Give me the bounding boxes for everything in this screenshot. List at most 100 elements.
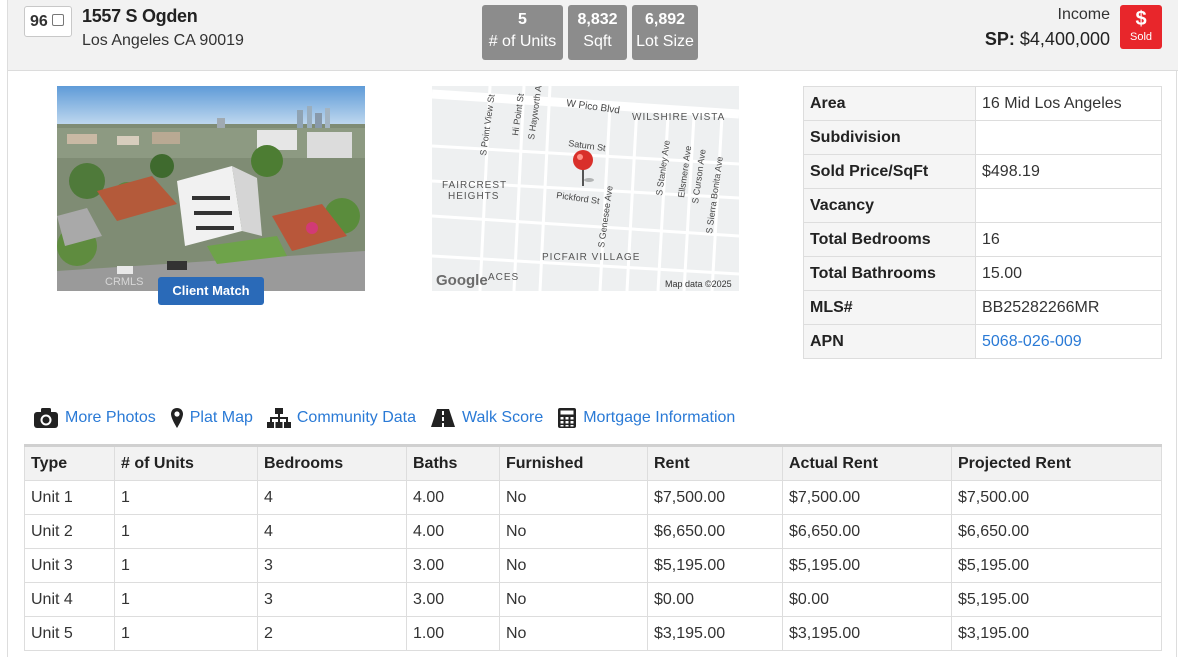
select-checkbox[interactable] [51,14,64,26]
cell: 4.00 [406,514,500,549]
cell: $3,195.00 [647,616,783,651]
sold-price-label: SP: [984,29,1015,49]
cell: $5,195.00 [647,548,783,583]
units-header-row: Type # of Units Bedrooms Baths Furnished… [24,445,1162,481]
property-photo[interactable]: CRMLS [57,86,365,291]
table-row: Unit 1 1 4 4.00 No $7,500.00 $7,500.00 $7,500.0… [24,480,1162,515]
col-header: Furnished [499,445,648,481]
cell: 1 [114,514,258,549]
list-number: 96 [30,12,48,30]
col-header: Projected Rent [951,445,1162,481]
sold-status: Sold [1129,31,1153,43]
table-row: Unit 3 1 3 3.00 No $5,195.00 $5,195.00 $5,195.0… [24,548,1162,583]
info-value: BB25282266MR [975,290,1162,325]
cell: 2 [257,616,407,651]
stat-sqft: 8,832 Sqft [568,5,627,60]
property-type: Income [1057,6,1110,23]
cell: $3,195.00 [782,616,952,651]
cell: 3 [257,548,407,583]
info-value: 16 [975,222,1162,257]
cell: $7,500.00 [782,480,952,515]
plat-map-label: Plat Map [189,409,253,426]
cell: No [499,480,648,515]
stat-label: # of Units [488,33,557,50]
table-row: Unit 5 1 2 1.00 No $3,195.00 $3,195.00 $3,195.0… [24,616,1162,651]
col-header: Actual Rent [782,445,952,481]
sold-price-value: $4,400,000 [1019,29,1110,49]
aerial-photo-image: CRMLS [57,86,365,291]
cell: 1 [114,548,258,583]
photo-watermark: CRMLS [105,276,144,288]
info-key: Vacancy [803,188,976,223]
cell: 3.00 [406,582,500,617]
mortgage-info-label: Mortgage Information [583,409,736,426]
cell: Unit 2 [24,514,115,549]
apn-link[interactable]: 5068-026-009 [982,333,1082,350]
info-key: MLS# [803,290,976,325]
community-data-label: Community Data [296,409,417,426]
info-value: 16 Mid Los Angeles [975,86,1162,121]
info-value: $498.19 [975,154,1162,189]
col-header: Bedrooms [257,445,407,481]
info-value [975,188,1162,223]
table-row: Unit 2 1 4 4.00 No $6,650.00 $6,650.00 $6,650.0… [24,514,1162,549]
mortgage-info-link[interactable]: Mortgage Information [557,407,735,429]
cell: 1 [114,616,258,651]
street-map: W Pico Blvd WILSHIRE VISTA FAIRCREST HEI… [432,86,739,291]
walk-score-label: Walk Score [462,409,544,426]
stat-value: 8,832 [577,11,618,28]
client-match-button[interactable]: Client Match [158,277,264,305]
location-map[interactable]: W Pico Blvd WILSHIRE VISTA FAIRCREST HEI… [432,86,739,291]
sitemap-icon [266,408,291,428]
list-number-box: 96 [24,6,72,37]
address-street[interactable]: 1557 S Ogden [82,6,198,27]
community-data-link[interactable]: Community Data [266,407,417,429]
camera-icon [34,408,58,428]
action-links: More Photos Plat Map Community Data Walk… [33,404,749,432]
info-key: Total Bathrooms [803,256,976,291]
stat-value: 5 [518,11,527,28]
info-key: Sold Price/SqFt [803,154,976,189]
info-row: Total Bedrooms 16 [803,222,1162,257]
cell: $7,500.00 [647,480,783,515]
map-label: WILSHIRE VISTA [632,112,725,123]
cell: No [499,582,648,617]
cell: 3.00 [406,548,500,583]
map-pin-icon [170,408,183,428]
info-row: APN 5068-026-009 [803,324,1162,359]
walk-score-link[interactable]: Walk Score [430,408,543,428]
cell: $6,650.00 [647,514,783,549]
info-row: Subdivision [803,120,1162,155]
cell: Unit 3 [24,548,115,583]
map-label: FAIRCREST [442,180,507,191]
stat-label: Lot Size [636,33,694,50]
plat-map-link[interactable]: Plat Map [170,407,253,429]
info-row: Total Bathrooms 15.00 [803,256,1162,291]
listing-card: 96 1557 S Ogden Los Angeles CA 90019 5 #… [7,0,1178,657]
more-photos-link[interactable]: More Photos [33,407,156,429]
cell: $3,195.00 [951,616,1162,651]
google-logo: Google [436,272,488,289]
cell: 3 [257,582,407,617]
cell: Unit 4 [24,582,115,617]
cell: 4.00 [406,480,500,515]
cell: $0.00 [782,582,952,617]
map-label: HEIGHTS [448,191,499,202]
sold-badge: $ Sold [1120,5,1162,49]
stat-units: 5 # of Units [482,5,563,60]
more-photos-label: More Photos [65,409,156,426]
cell: $5,195.00 [782,548,952,583]
cell: $6,650.00 [782,514,952,549]
sold-price: SP: $4,400,000 [985,29,1110,50]
info-row: Vacancy [803,188,1162,223]
info-row: Area 16 Mid Los Angeles [803,86,1162,121]
map-label: ACES [488,272,519,283]
units-table: Type # of Units Bedrooms Baths Furnished… [24,444,1162,651]
info-key: Subdivision [803,120,976,155]
info-row: MLS# BB25282266MR [803,290,1162,325]
cell: 4 [257,480,407,515]
info-value: 15.00 [975,256,1162,291]
cell: No [499,514,648,549]
info-key: APN [803,324,976,359]
property-info-table: Area 16 Mid Los Angeles Subdivision Sold … [803,86,1162,359]
